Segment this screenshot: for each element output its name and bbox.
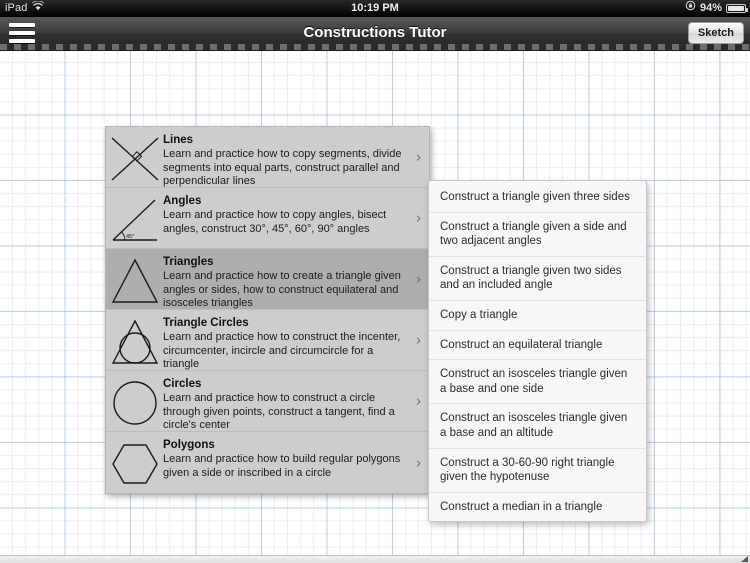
list-item[interactable]: Construct an isosceles triangle given a … [429, 404, 646, 449]
list-item[interactable]: Construct an isosceles triangle given a … [429, 360, 646, 405]
crossing-lines-icon [106, 133, 163, 185]
triangle-with-incircle-icon [106, 316, 163, 368]
category-text: Lines Learn and practice how to copy seg… [163, 133, 429, 189]
category-text: Circles Learn and practice how to constr… [163, 377, 429, 433]
category-row-triangle-circles[interactable]: Triangle Circles Learn and practice how … [106, 310, 429, 371]
category-text: Triangles Learn and practice how to crea… [163, 255, 429, 311]
angle-45-icon: 45° [106, 194, 163, 246]
svg-text:45°: 45° [126, 234, 134, 240]
list-item[interactable]: Construct a median in a triangle [429, 493, 646, 522]
chevron-right-icon: › [416, 148, 421, 166]
list-item[interactable]: Construct a 30-60-90 right triangle give… [429, 449, 646, 493]
carrier-label: iPad [5, 2, 28, 14]
category-text: Angles Learn and practice how to copy an… [163, 194, 429, 236]
list-item[interactable]: Construct a triangle given two sides and… [429, 257, 646, 301]
chevron-right-icon: › [416, 270, 421, 288]
category-title: Polygons [163, 439, 215, 451]
hexagon-icon [106, 438, 163, 490]
category-description: Learn and practice how to copy segments,… [163, 148, 402, 188]
category-row-triangles[interactable]: Triangles Learn and practice how to crea… [106, 249, 429, 310]
chevron-right-icon: › [416, 331, 421, 349]
chevron-right-icon: › [416, 392, 421, 410]
category-title: Circles [163, 378, 202, 390]
chevron-right-icon: › [416, 454, 421, 471]
category-row-angles[interactable]: 45° Angles Learn and practice how to cop… [106, 188, 429, 249]
category-description: Learn and practice how to build regular … [163, 453, 401, 479]
category-row-circles[interactable]: Circles Learn and practice how to constr… [106, 371, 429, 432]
category-row-polygons[interactable]: Polygons Learn and practice how to build… [106, 432, 429, 493]
perforated-edge [0, 44, 750, 51]
task-list-popover: Construct a triangle given three sides C… [428, 180, 647, 523]
wifi-icon [32, 0, 45, 17]
list-item[interactable]: Construct an equilateral triangle [429, 331, 646, 361]
list-item[interactable]: Construct a triangle given a side and tw… [429, 213, 646, 257]
clock-label: 10:19 PM [351, 2, 399, 14]
category-text: Triangle Circles Learn and practice how … [163, 316, 429, 372]
circle-icon [106, 377, 163, 429]
category-title: Triangle Circles [163, 317, 249, 329]
category-description: Learn and practice how to copy angles, b… [163, 209, 387, 235]
category-description: Learn and practice how to construct the … [163, 331, 401, 371]
rotation-lock-icon [685, 0, 696, 17]
category-title: Lines [163, 134, 194, 146]
status-bar-right: 94% [685, 0, 748, 17]
category-text: Polygons Learn and practice how to build… [163, 438, 429, 480]
list-item[interactable]: Copy a triangle [429, 301, 646, 331]
category-title: Angles [163, 195, 202, 207]
category-list-panel: Lines Learn and practice how to copy seg… [105, 126, 430, 494]
bottom-toolbar [0, 555, 750, 563]
battery-icon [726, 4, 748, 13]
list-item[interactable]: Construct a triangle given three sides [429, 183, 646, 213]
status-bar: iPad 10:19 PM 94% [0, 0, 750, 17]
status-bar-left: iPad [0, 0, 45, 17]
app-root: iPad 10:19 PM 94% Constructions Tutor Sk… [0, 0, 750, 563]
category-description: Learn and practice how to construct a ci… [163, 392, 395, 432]
chevron-right-icon: › [416, 209, 421, 227]
sketch-button[interactable]: Sketch [687, 22, 744, 44]
category-row-lines[interactable]: Lines Learn and practice how to copy seg… [106, 127, 429, 188]
triangle-icon [106, 255, 163, 307]
category-title: Triangles [163, 256, 214, 268]
battery-percent-label: 94% [699, 2, 722, 14]
category-description: Learn and practice how to create a trian… [163, 270, 401, 310]
